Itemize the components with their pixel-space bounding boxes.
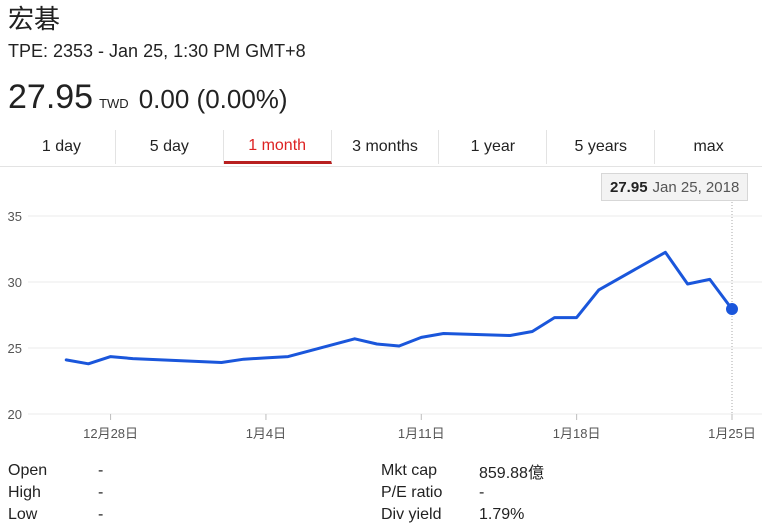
y-tick-label: 20 <box>8 407 22 422</box>
tab-1-month[interactable]: 1 month <box>223 130 332 164</box>
stat-label: Mkt cap <box>381 462 438 479</box>
y-tick-label: 25 <box>8 341 22 356</box>
stat-label: Div yield <box>381 506 442 523</box>
tab-5-years[interactable]: 5 years <box>547 130 656 164</box>
stat-high: High - <box>8 482 103 504</box>
stat-value: - <box>98 462 104 479</box>
tooltip-value: 27.95 <box>610 178 648 196</box>
stat-value: 859.88億 <box>479 465 544 482</box>
x-tick-label: 1月18日 <box>553 426 601 441</box>
stat-value: - <box>98 506 104 523</box>
price-line <box>64 250 734 366</box>
tab-max[interactable]: max <box>655 130 762 164</box>
current-price: 27.95 <box>8 78 94 116</box>
stock-exchange-time: TPE: 2353 - Jan 25, 1:30 PM GMT+8 <box>8 41 306 61</box>
stat-div-yield: Div yield 1.79% <box>381 504 544 526</box>
price-row: 27.95 TWD 0.00 (0.00%) <box>8 78 288 120</box>
x-tick-label: 1月4日 <box>246 426 286 441</box>
stat-open: Open - <box>8 460 103 482</box>
highlight-point <box>726 303 738 316</box>
tab-1-year[interactable]: 1 year <box>439 130 548 164</box>
tab-5-day[interactable]: 5 day <box>116 130 224 164</box>
stats-left: Open - High - Low - <box>8 460 103 526</box>
stock-name: 宏碁 <box>8 4 61 34</box>
tooltip-date: Jan 25, 2018 <box>652 178 740 196</box>
stat-mkt-cap: Mkt cap 859.88億 <box>381 460 544 482</box>
stat-label: Low <box>8 506 38 523</box>
y-tick-label: 35 <box>8 209 22 224</box>
price-change: 0.00 (0.00%) <box>138 84 288 114</box>
currency-label: TWD <box>99 96 129 111</box>
stat-value: 1.79% <box>479 506 525 523</box>
range-tabs: 1 day 5 day 1 month 3 months 1 year 5 ye… <box>8 130 762 164</box>
tab-3-months[interactable]: 3 months <box>332 130 440 164</box>
stat-low: Low - <box>8 504 103 526</box>
x-tick-label: 12月28日 <box>83 426 138 441</box>
chart-tooltip: 27.95 Jan 25, 2018 <box>601 173 749 201</box>
price-chart[interactable]: 20 25 30 35 12月28日 1月4日 1月11日 1月18日 1月25日 <box>0 166 762 456</box>
y-tick-label: 30 <box>8 275 22 290</box>
stat-pe-ratio: P/E ratio - <box>381 482 544 504</box>
stat-value: - <box>98 484 104 501</box>
stat-value: - <box>479 484 485 501</box>
stats-right: Mkt cap 859.88億 P/E ratio - Div yield 1.… <box>381 460 544 526</box>
stat-label: P/E ratio <box>381 484 443 501</box>
stat-label: High <box>8 484 41 501</box>
x-tick-label: 1月11日 <box>398 426 445 441</box>
tab-1-day[interactable]: 1 day <box>8 130 116 164</box>
stat-label: Open <box>8 462 48 479</box>
x-tick-label: 1月25日 <box>708 426 756 441</box>
